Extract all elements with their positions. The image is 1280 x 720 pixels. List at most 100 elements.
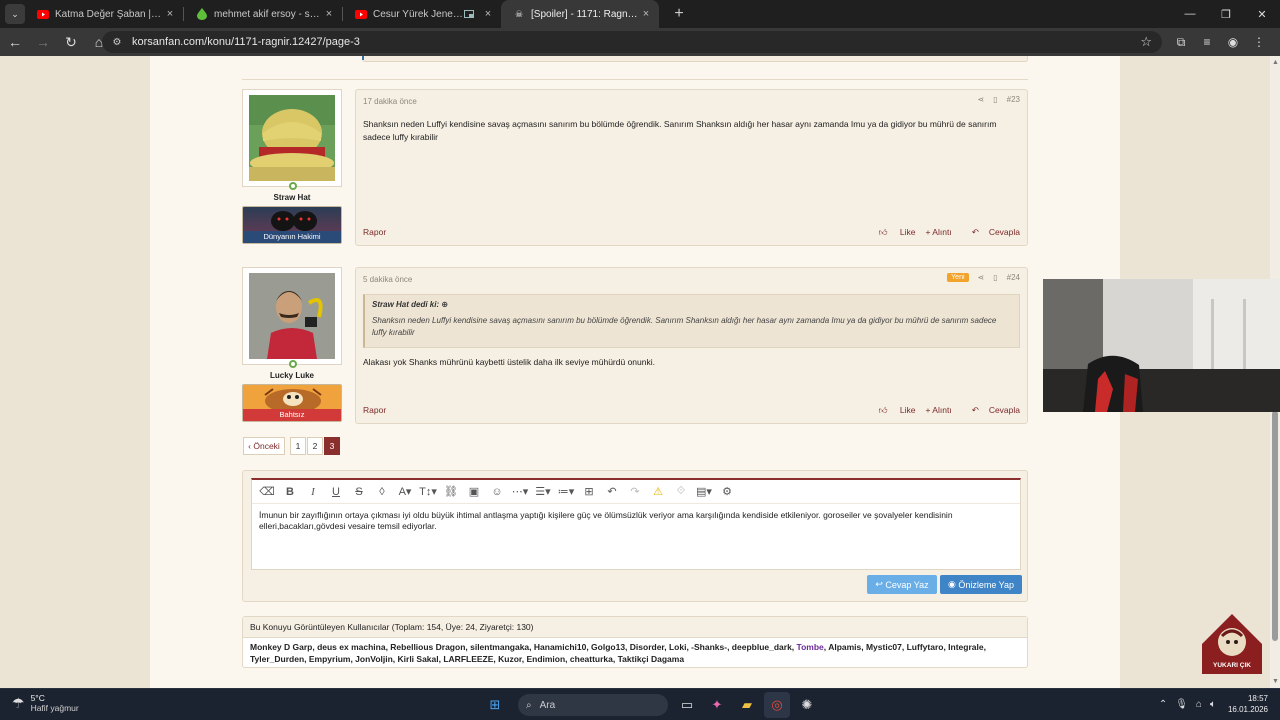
quote-button[interactable]: + Alıntı	[925, 405, 951, 416]
taskbar-search[interactable]: ⌕ Ara	[518, 694, 668, 716]
drafts-icon[interactable]: ▤▾	[695, 483, 713, 501]
list-icon[interactable]: ≔▾	[557, 483, 575, 501]
profile-avatar-icon[interactable]: ◉	[1220, 28, 1246, 56]
site-info-icon[interactable]: ⚙	[110, 35, 124, 49]
back-icon[interactable]: ←	[2, 30, 28, 54]
avatar[interactable]	[242, 89, 342, 190]
table-icon[interactable]: ⊞	[580, 483, 598, 501]
page-2-link[interactable]: 2	[307, 437, 323, 455]
post-number[interactable]: #24	[1007, 273, 1020, 282]
picture-in-picture-icon[interactable]	[463, 8, 475, 20]
quote-header[interactable]: Straw Hat dedi ki: ⊕	[372, 300, 1012, 309]
reading-list-icon[interactable]: ≡	[1194, 28, 1220, 56]
scrollbar-thumb[interactable]	[1272, 411, 1278, 641]
like-button[interactable]: 👍︎ Like	[869, 405, 916, 416]
microphone-icon[interactable]: 🎙︎	[1175, 699, 1188, 710]
close-icon[interactable]: ×	[322, 8, 336, 20]
search-placeholder: Ara	[539, 699, 556, 711]
browser-menu-icon[interactable]: ⋮	[1246, 28, 1272, 56]
settings-gear-icon[interactable]: ⚙	[718, 483, 736, 501]
like-button[interactable]: 👍︎ Like	[869, 227, 916, 238]
address-bar[interactable]: ⚙ korsanfan.com/konu/1171-ragnir.12427/p…	[102, 31, 1162, 53]
close-window-icon[interactable]: ✕	[1244, 0, 1280, 28]
strikethrough-icon[interactable]: S	[350, 483, 368, 501]
start-menu-icon[interactable]: ⊞	[482, 692, 508, 718]
bookmark-icon[interactable]: ▯	[993, 95, 997, 104]
viewer-names[interactable]: Tyler_Durden, Empyrium, JonVoljin, Kirli…	[250, 654, 684, 664]
preview-button[interactable]: ◉ Önizleme Yap	[940, 575, 1022, 594]
page-1-link[interactable]: 1	[290, 437, 306, 455]
avatar[interactable]	[242, 267, 342, 368]
quote-button[interactable]: + Alıntı	[925, 227, 951, 238]
tab-search-button[interactable]: ⌄	[5, 4, 25, 24]
maximize-icon[interactable]: ❐	[1208, 0, 1244, 28]
reply-button[interactable]: ↶ Cevapla	[962, 405, 1020, 416]
extensions-icon[interactable]: ⧉	[1168, 28, 1194, 56]
browser-tab[interactable]: mehmet akif ersoy - sayfa 15 - ekşi ×	[184, 0, 342, 28]
scroll-to-top-button[interactable]: YUKARI ÇIK	[1200, 612, 1264, 676]
reply-button[interactable]: ↶ Cevapla	[962, 227, 1020, 238]
report-link[interactable]: Rapor	[363, 405, 386, 415]
underline-icon[interactable]: U	[327, 483, 345, 501]
scroll-down-icon[interactable]: ▼	[1272, 678, 1279, 685]
browser-tab[interactable]: Cesur Yürek Jenerik Müziği ×	[343, 0, 501, 28]
share-icon[interactable]: ⋖	[978, 273, 985, 282]
forward-icon[interactable]: →	[30, 30, 56, 54]
youtube-icon	[355, 8, 367, 20]
network-icon[interactable]: ⌂	[1196, 699, 1202, 710]
new-tab-button[interactable]: +	[669, 5, 689, 23]
emoji-icon[interactable]: ☺	[488, 483, 506, 501]
browser-tab[interactable]: Katma Değer Şaban | Kemal Sunal ×	[25, 0, 183, 28]
share-icon[interactable]: ⋖	[978, 95, 985, 104]
close-icon[interactable]: ×	[163, 8, 177, 20]
volume-icon[interactable]: 🔈︎	[1210, 699, 1216, 710]
bookmark-star-icon[interactable]: ☆	[1140, 34, 1152, 50]
viewer-names[interactable]: Monkey D Garp, deus ex machina, Rebellio…	[250, 642, 794, 652]
message-textarea[interactable]: İmunun bir zayıflığının ortaya çıkması i…	[259, 510, 1010, 532]
chrome-icon[interactable]: ◎	[764, 692, 790, 718]
more-options-icon[interactable]: ⋯▾	[511, 483, 529, 501]
tray-overflow-icon[interactable]: ⌃	[1159, 699, 1167, 710]
post-number[interactable]: #23	[1007, 95, 1020, 104]
copilot-icon[interactable]: ✦	[704, 692, 730, 718]
close-icon[interactable]: ×	[481, 8, 495, 20]
previous-page-button[interactable]: ‹ Önceki	[243, 437, 285, 455]
scroll-up-icon[interactable]: ▲	[1272, 59, 1279, 66]
post-reply-button[interactable]: ↩ Cevap Yaz	[867, 575, 937, 594]
spoiler-warning-icon[interactable]: ⚠	[649, 483, 667, 501]
rank-banner: Dünyanın Hakimi	[242, 206, 342, 244]
link-icon[interactable]: ⛓	[442, 483, 460, 501]
italic-icon[interactable]: I	[304, 483, 322, 501]
task-view-icon[interactable]: ▭	[674, 692, 700, 718]
report-link[interactable]: Rapor	[363, 227, 386, 237]
post-time[interactable]: 5 dakika önce	[363, 275, 412, 284]
browser-tab-active[interactable]: ☠ [Spoiler] - 1171: Ragnir | Sayfa 3 ×	[501, 0, 659, 28]
viewer-highlight[interactable]: Tombe	[797, 642, 824, 652]
username[interactable]: Lucky Luke	[242, 371, 342, 380]
reload-icon[interactable]: ↻	[58, 30, 84, 54]
font-family-icon[interactable]: A▾	[396, 483, 414, 501]
minimize-icon[interactable]: —	[1172, 0, 1208, 28]
align-icon[interactable]: ☰▾	[534, 483, 552, 501]
bold-icon[interactable]: B	[281, 483, 299, 501]
code-icon[interactable]: ⟐	[672, 483, 690, 501]
font-size-icon[interactable]: T↕▾	[419, 483, 437, 501]
undo-icon[interactable]: ↶	[603, 483, 621, 501]
clock[interactable]: 18:57 16.01.2026	[1228, 693, 1268, 715]
app-icon[interactable]: ✺	[794, 692, 820, 718]
post-time[interactable]: 17 dakika önce	[363, 97, 417, 106]
viewer-names[interactable]: , Alpamis, Mystic07, Luffytaro, Integral…	[824, 642, 986, 652]
weather-widget[interactable]: ☂ 5°C Hafif yağmur	[12, 693, 79, 713]
file-explorer-icon[interactable]: ▰	[734, 692, 760, 718]
clear-format-icon[interactable]: ⌫	[258, 483, 276, 501]
username[interactable]: Straw Hat	[242, 193, 342, 202]
expand-quote-icon[interactable]: ⊕	[441, 300, 448, 309]
page-3-current[interactable]: 3	[324, 437, 340, 455]
bookmark-icon[interactable]: ▯	[993, 273, 997, 282]
redo-icon[interactable]: ↷	[626, 483, 644, 501]
reply-label: Cevap Yaz	[885, 579, 929, 590]
close-icon[interactable]: ×	[639, 8, 653, 20]
url-text[interactable]: korsanfan.com/konu/1171-ragnir.12427/pag…	[132, 36, 360, 48]
image-icon[interactable]: ▣	[465, 483, 483, 501]
text-color-icon[interactable]: ◊	[373, 483, 391, 501]
